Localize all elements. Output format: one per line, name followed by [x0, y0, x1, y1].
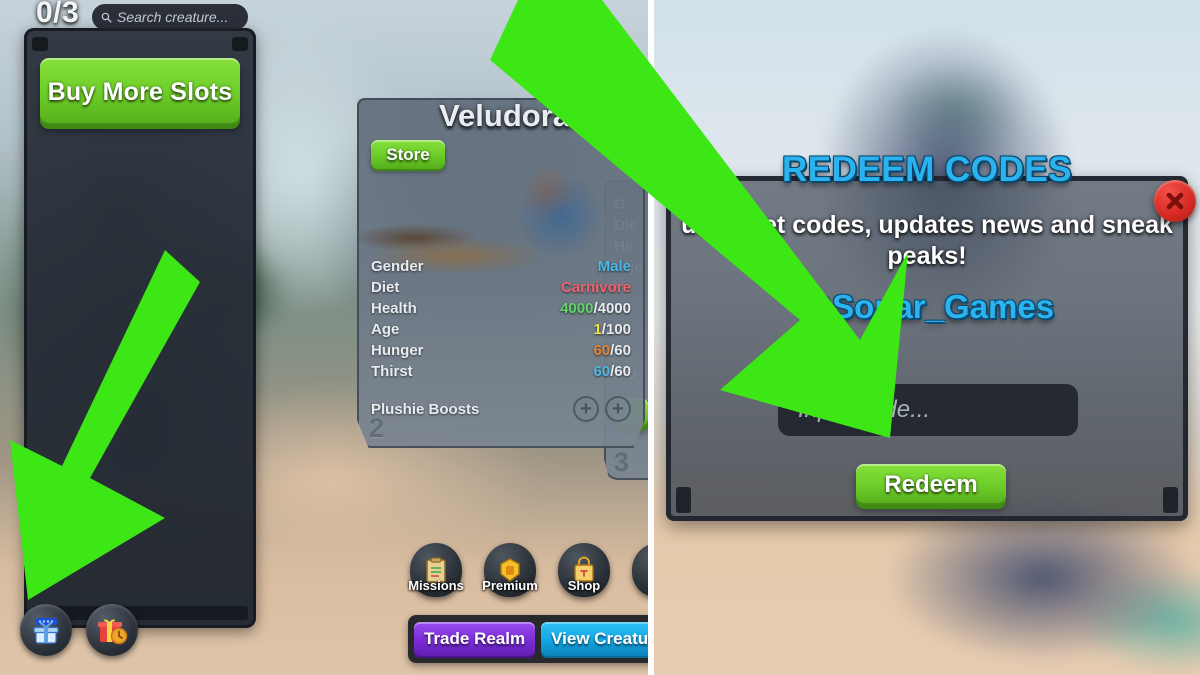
- stat-value: Carnivore: [560, 279, 631, 296]
- buy-more-slots-button[interactable]: Buy More Slots: [40, 58, 240, 126]
- plushie-boosts-row: Plushie Boosts + +: [371, 396, 631, 422]
- view-creatures-button[interactable]: View Creatures: [541, 622, 648, 656]
- stat-row-thirst: Thirst 60/60: [371, 361, 631, 382]
- dialog-bolt-bottom-left: [676, 487, 691, 513]
- redeem-codes-dialog: REDEEM CODES us to get codes, updates ne…: [666, 150, 1196, 521]
- store-button[interactable]: Store: [371, 140, 445, 169]
- stat-row-age: Age 1/100: [371, 319, 631, 340]
- slot-counter: 0/3: [36, 0, 80, 29]
- stat-value: 4000/4000: [560, 300, 631, 317]
- plushie-boosts-label: Plushie Boosts: [371, 400, 480, 418]
- stat-label: Hunger: [371, 342, 424, 359]
- nav-item-shop[interactable]: Shop: [556, 543, 612, 597]
- search-creature-bar[interactable]: Search creature...: [92, 4, 248, 30]
- nav-label: Shop: [567, 578, 601, 593]
- stat-label: Diet: [371, 279, 400, 296]
- card-index-partial: 3: [614, 447, 630, 477]
- stat-value: 1/100: [593, 321, 631, 338]
- search-input-placeholder: Search creature...: [117, 9, 229, 25]
- social-handle-text: @Sonar_Games: [799, 288, 1055, 325]
- creature-name: Veludorah: [439, 98, 589, 133]
- search-icon: [101, 12, 112, 23]
- stat-label: Age: [371, 321, 400, 338]
- stat-label: Thirst: [371, 363, 413, 380]
- close-icon: [1166, 192, 1184, 210]
- creature-stats-list: Gender Male Diet Carnivore Health 4000/4…: [371, 256, 631, 382]
- redeem-button[interactable]: Redeem: [856, 464, 1006, 506]
- stat-row-gender: Gender Male: [371, 256, 631, 277]
- creature-card-veludorah[interactable]: Veludorah Store Gender Male Diet Carnivo…: [357, 98, 645, 448]
- plushie-add-button-2[interactable]: +: [605, 396, 631, 422]
- timed-rewards-icon-button[interactable]: [86, 604, 138, 656]
- stat-label: Health: [371, 300, 417, 317]
- stat-row-health: Health 4000/4000: [371, 298, 631, 319]
- nav-item-missions[interactable]: Missions: [408, 543, 464, 597]
- nav-item-inventory[interactable]: I: [630, 543, 648, 597]
- close-button[interactable]: [1154, 180, 1196, 222]
- stat-row-diet: Diet Carnivore: [371, 277, 631, 298]
- screenshot-root: 0/3 Search creature... Buy More Slots 3 …: [0, 0, 1200, 675]
- codes-gift-icon-button[interactable]: [20, 604, 72, 656]
- bottom-action-bar: Trade Realm View Creatures: [408, 615, 648, 663]
- nav-label: I: [618, 578, 648, 593]
- stat-value: 60/60: [593, 363, 631, 380]
- stat-value: Male: [597, 258, 631, 275]
- bottom-nav-bar: Missions Premium Shop: [408, 543, 648, 597]
- dialog-subtitle: us to get codes, updates news and sneak …: [681, 211, 1173, 270]
- stat-row-hunger: Hunger 60/60: [371, 340, 631, 361]
- stat-label: Gender: [371, 258, 424, 275]
- nav-item-premium[interactable]: Premium: [482, 543, 538, 597]
- timed-rewards-icon: [98, 619, 128, 645]
- stat-value: 60/60: [593, 342, 631, 359]
- trade-realm-button[interactable]: Trade Realm: [414, 622, 536, 656]
- dialog-bolt-bottom-right: [1163, 487, 1178, 513]
- panel-divider: [648, 0, 654, 675]
- plushie-add-button-1[interactable]: +: [573, 396, 599, 422]
- codes-gift-icon: [33, 618, 59, 644]
- code-input-field[interactable]: [778, 384, 1078, 436]
- dialog-title: REDEEM CODES: [782, 150, 1072, 189]
- right-panel-redeem-screen: REDEEM CODES us to get codes, updates ne…: [654, 0, 1200, 675]
- nav-label: Premium: [482, 578, 538, 593]
- left-panel-inventory-screen: 0/3 Search creature... Buy More Slots 3 …: [0, 0, 648, 675]
- card-index: 2: [369, 413, 385, 443]
- nav-label: Missions: [408, 578, 464, 593]
